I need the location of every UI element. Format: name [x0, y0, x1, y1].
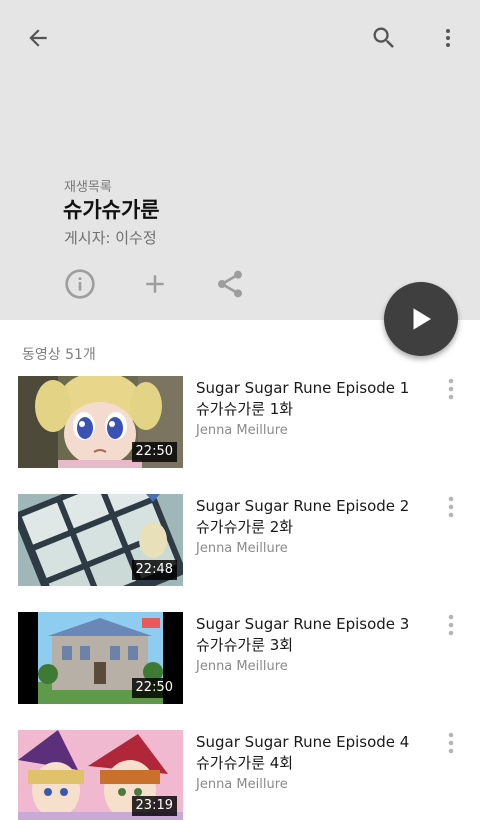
video-more-button[interactable]: [438, 728, 464, 758]
info-button[interactable]: [58, 262, 102, 306]
share-icon: [218, 270, 242, 298]
video-author: Jenna Meillure: [196, 423, 288, 438]
video-thumbnail[interactable]: 22:50: [18, 376, 183, 468]
playlist-title: 슈가슈가룬: [63, 198, 160, 222]
video-title[interactable]: Sugar Sugar Rune Episode 3 슈가슈가룬 3회: [196, 614, 426, 656]
video-author: Jenna Meillure: [196, 777, 288, 792]
list-item[interactable]: 22:48 Sugar Sugar Rune Episode 2 슈가슈가룬 2…: [0, 494, 480, 590]
video-more-button[interactable]: [438, 610, 464, 640]
video-title-line: Sugar Sugar Rune Episode 2: [196, 497, 410, 515]
more-options-button[interactable]: [424, 14, 472, 62]
video-title-line: 슈가슈가룬 3회: [196, 636, 294, 654]
video-title-line: 슈가슈가룬 1화: [196, 400, 294, 418]
video-count: 동영상 51개: [22, 347, 96, 363]
video-title-line: Sugar Sugar Rune Episode 1: [196, 379, 410, 397]
video-thumbnail[interactable]: 22:50: [18, 612, 183, 704]
list-item[interactable]: 22:50 Sugar Sugar Rune Episode 3 슈가슈가룬 3…: [0, 612, 480, 708]
video-author: Jenna Meillure: [196, 541, 288, 556]
share-button[interactable]: [208, 262, 252, 306]
video-title[interactable]: Sugar Sugar Rune Episode 2 슈가슈가룬 2화: [196, 496, 426, 538]
list-item[interactable]: 22:50 Sugar Sugar Rune Episode 1 슈가슈가룬 1…: [0, 376, 480, 472]
video-duration: 23:19: [131, 796, 177, 816]
back-button[interactable]: [14, 14, 62, 62]
video-title-line: 슈가슈가룬 4회: [196, 754, 294, 772]
video-duration: 22:50: [131, 442, 177, 462]
video-duration: 22:48: [131, 560, 177, 580]
more-vert-icon: [448, 732, 454, 754]
search-button[interactable]: [360, 14, 408, 62]
more-vert-icon: [448, 496, 454, 518]
info-icon: [65, 269, 95, 299]
plus-icon: [146, 275, 164, 293]
playlist-screen: 재생목록 슈가슈가룬 게시자: 이수정 동영상 51개 22:50 Sugar …: [0, 0, 480, 820]
list-item[interactable]: 23:19 Sugar Sugar Rune Episode 4 슈가슈가룬 4…: [0, 730, 480, 820]
playlist-header: 재생목록 슈가슈가룬 게시자: 이수정: [0, 0, 480, 320]
video-duration: 22:50: [131, 678, 177, 698]
video-thumbnail[interactable]: 22:48: [18, 494, 183, 586]
video-title-line: Sugar Sugar Rune Episode 3: [196, 615, 410, 633]
play-all-button[interactable]: [384, 282, 458, 356]
video-title[interactable]: Sugar Sugar Rune Episode 1 슈가슈가룬 1화: [196, 378, 426, 420]
video-title-line: Sugar Sugar Rune Episode 4: [196, 733, 410, 751]
video-title[interactable]: Sugar Sugar Rune Episode 4 슈가슈가룬 4회: [196, 732, 426, 774]
more-vert-icon: [448, 378, 454, 400]
more-vert-icon: [448, 614, 454, 636]
more-vert-icon: [446, 29, 450, 47]
arrow-back-icon: [29, 29, 47, 47]
video-author: Jenna Meillure: [196, 659, 288, 674]
video-more-button[interactable]: [438, 492, 464, 522]
playlist-kicker: 재생목록: [64, 180, 112, 195]
play-icon: [413, 308, 431, 330]
video-more-button[interactable]: [438, 374, 464, 404]
video-thumbnail[interactable]: 23:19: [18, 730, 183, 820]
search-icon: [373, 27, 394, 48]
video-title-line: 슈가슈가룬 2화: [196, 518, 294, 536]
add-to-library-button[interactable]: [133, 262, 177, 306]
playlist-author: 게시자: 이수정: [64, 229, 157, 247]
